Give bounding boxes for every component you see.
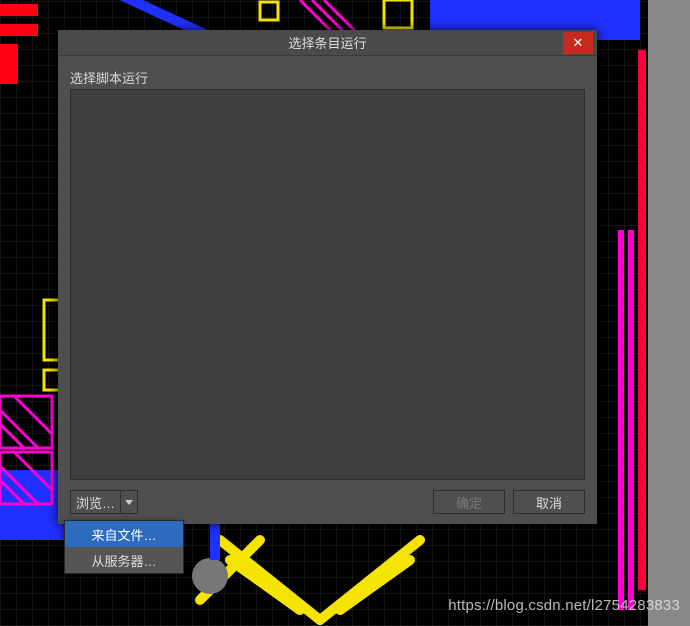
browse-dropdown-toggle[interactable] [120, 490, 138, 514]
select-item-run-dialog: 选择条目运行 ✕ 选择脚本运行 浏览… 确定 取消 [58, 30, 597, 524]
menu-item-from-server[interactable]: 从服务器… [65, 547, 183, 573]
script-list-label: 选择脚本运行 [70, 68, 585, 87]
dialog-title: 选择条目运行 [288, 33, 366, 52]
browse-dropdown-menu: 来自文件… 从服务器… [64, 520, 184, 574]
dialog-titlebar: 选择条目运行 ✕ [58, 30, 597, 56]
cancel-button[interactable]: 取消 [513, 490, 585, 514]
dialog-body: 选择脚本运行 浏览… 确定 取消 [58, 56, 597, 524]
ok-button: 确定 [433, 490, 505, 514]
browse-button[interactable]: 浏览… [70, 490, 120, 514]
close-button[interactable]: ✕ [563, 32, 593, 54]
script-list-panel[interactable] [70, 89, 585, 480]
close-icon: ✕ [573, 35, 584, 51]
chevron-down-icon [125, 500, 133, 505]
browse-split-button: 浏览… [70, 490, 138, 514]
dialog-button-row: 浏览… 确定 取消 [70, 480, 585, 514]
menu-item-from-file[interactable]: 来自文件… [65, 521, 183, 547]
